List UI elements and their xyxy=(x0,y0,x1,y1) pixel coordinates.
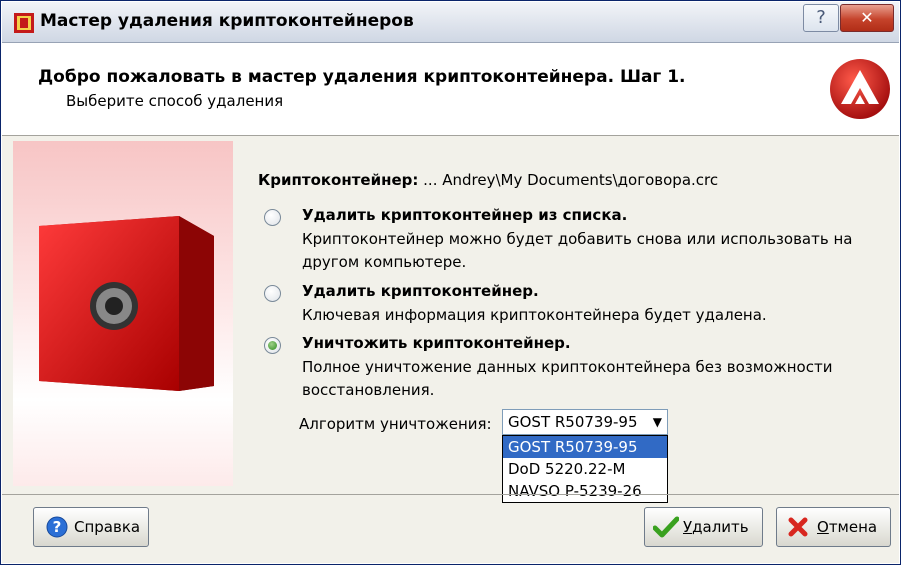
help-button-label: Справка xyxy=(74,518,141,536)
dropdown-option[interactable]: NAVSO P-5239-26 xyxy=(503,480,667,502)
window-title: Мастер удаления криптоконтейнеров xyxy=(40,11,414,31)
radio-destroy[interactable] xyxy=(264,337,281,354)
container-info: Криптоконтейнер: ... Andrey\My Documents… xyxy=(258,171,718,189)
app-icon xyxy=(14,13,34,33)
logo-icon xyxy=(830,59,890,119)
cancel-accel: О xyxy=(817,518,829,536)
dropdown-arrow-icon[interactable]: ▼ xyxy=(653,410,662,434)
container-label: Криптоконтейнер: xyxy=(258,171,419,189)
algorithm-selected-value: GOST R50739-95 xyxy=(508,413,638,431)
cancel-x-icon xyxy=(788,517,808,537)
help-icon[interactable]: ? xyxy=(803,4,839,32)
wizard-header: Добро пожаловать в мастер удаления крипт… xyxy=(2,43,899,136)
algorithm-dropdown-list: GOST R50739-95 DoD 5220.22-M NAVSO P-523… xyxy=(502,435,668,503)
safe-icon xyxy=(39,216,214,391)
cancel-button-label: Отмена xyxy=(817,518,877,536)
option-description: Полное уничтожение данных криптоконтейне… xyxy=(302,358,833,399)
option-description: Ключевая информация криптоконтейнера буд… xyxy=(302,306,767,324)
option-title: Удалить криптоконтейнер. xyxy=(302,282,539,300)
cancel-button[interactable]: Отмена xyxy=(776,507,891,547)
dropdown-option[interactable]: GOST R50739-95 xyxy=(503,436,667,458)
algorithm-label: Алгоритм уничтожения: xyxy=(299,415,492,433)
option-title: Удалить криптоконтейнер из списка. xyxy=(302,206,628,224)
delete-button[interactable]: Удалить xyxy=(644,507,763,547)
delete-accel: У xyxy=(683,518,693,536)
radio-remove-from-list[interactable] xyxy=(264,209,281,226)
dropdown-option[interactable]: DoD 5220.22-M xyxy=(503,458,667,480)
header-subtitle: Выберите способ удаления xyxy=(66,92,284,110)
help-button[interactable]: ? Справка xyxy=(33,507,149,547)
option-title: Уничтожить криптоконтейнер. xyxy=(302,334,571,352)
delete-button-label: Удалить xyxy=(683,518,749,536)
question-icon: ? xyxy=(46,516,68,538)
container-path: ... Andrey\My Documents\договора.crc xyxy=(423,171,719,189)
check-icon xyxy=(653,516,679,538)
cancel-rest: тмена xyxy=(828,518,878,536)
wizard-window: Мастер удаления криптоконтейнеров ? ✕ До… xyxy=(0,0,901,565)
header-title: Добро пожаловать в мастер удаления крипт… xyxy=(38,67,686,87)
safe-illustration-panel xyxy=(13,141,233,486)
close-icon[interactable]: ✕ xyxy=(840,4,894,32)
delete-rest: далить xyxy=(692,518,749,536)
svg-text:?: ? xyxy=(53,518,62,536)
radio-delete[interactable] xyxy=(264,285,281,302)
algorithm-select[interactable]: GOST R50739-95 ▼ xyxy=(502,409,668,435)
footer-divider xyxy=(2,494,899,495)
option-description: Криптоконтейнер можно будет добавить сно… xyxy=(302,230,853,271)
title-bar[interactable]: Мастер удаления криптоконтейнеров ? ✕ xyxy=(2,2,899,43)
